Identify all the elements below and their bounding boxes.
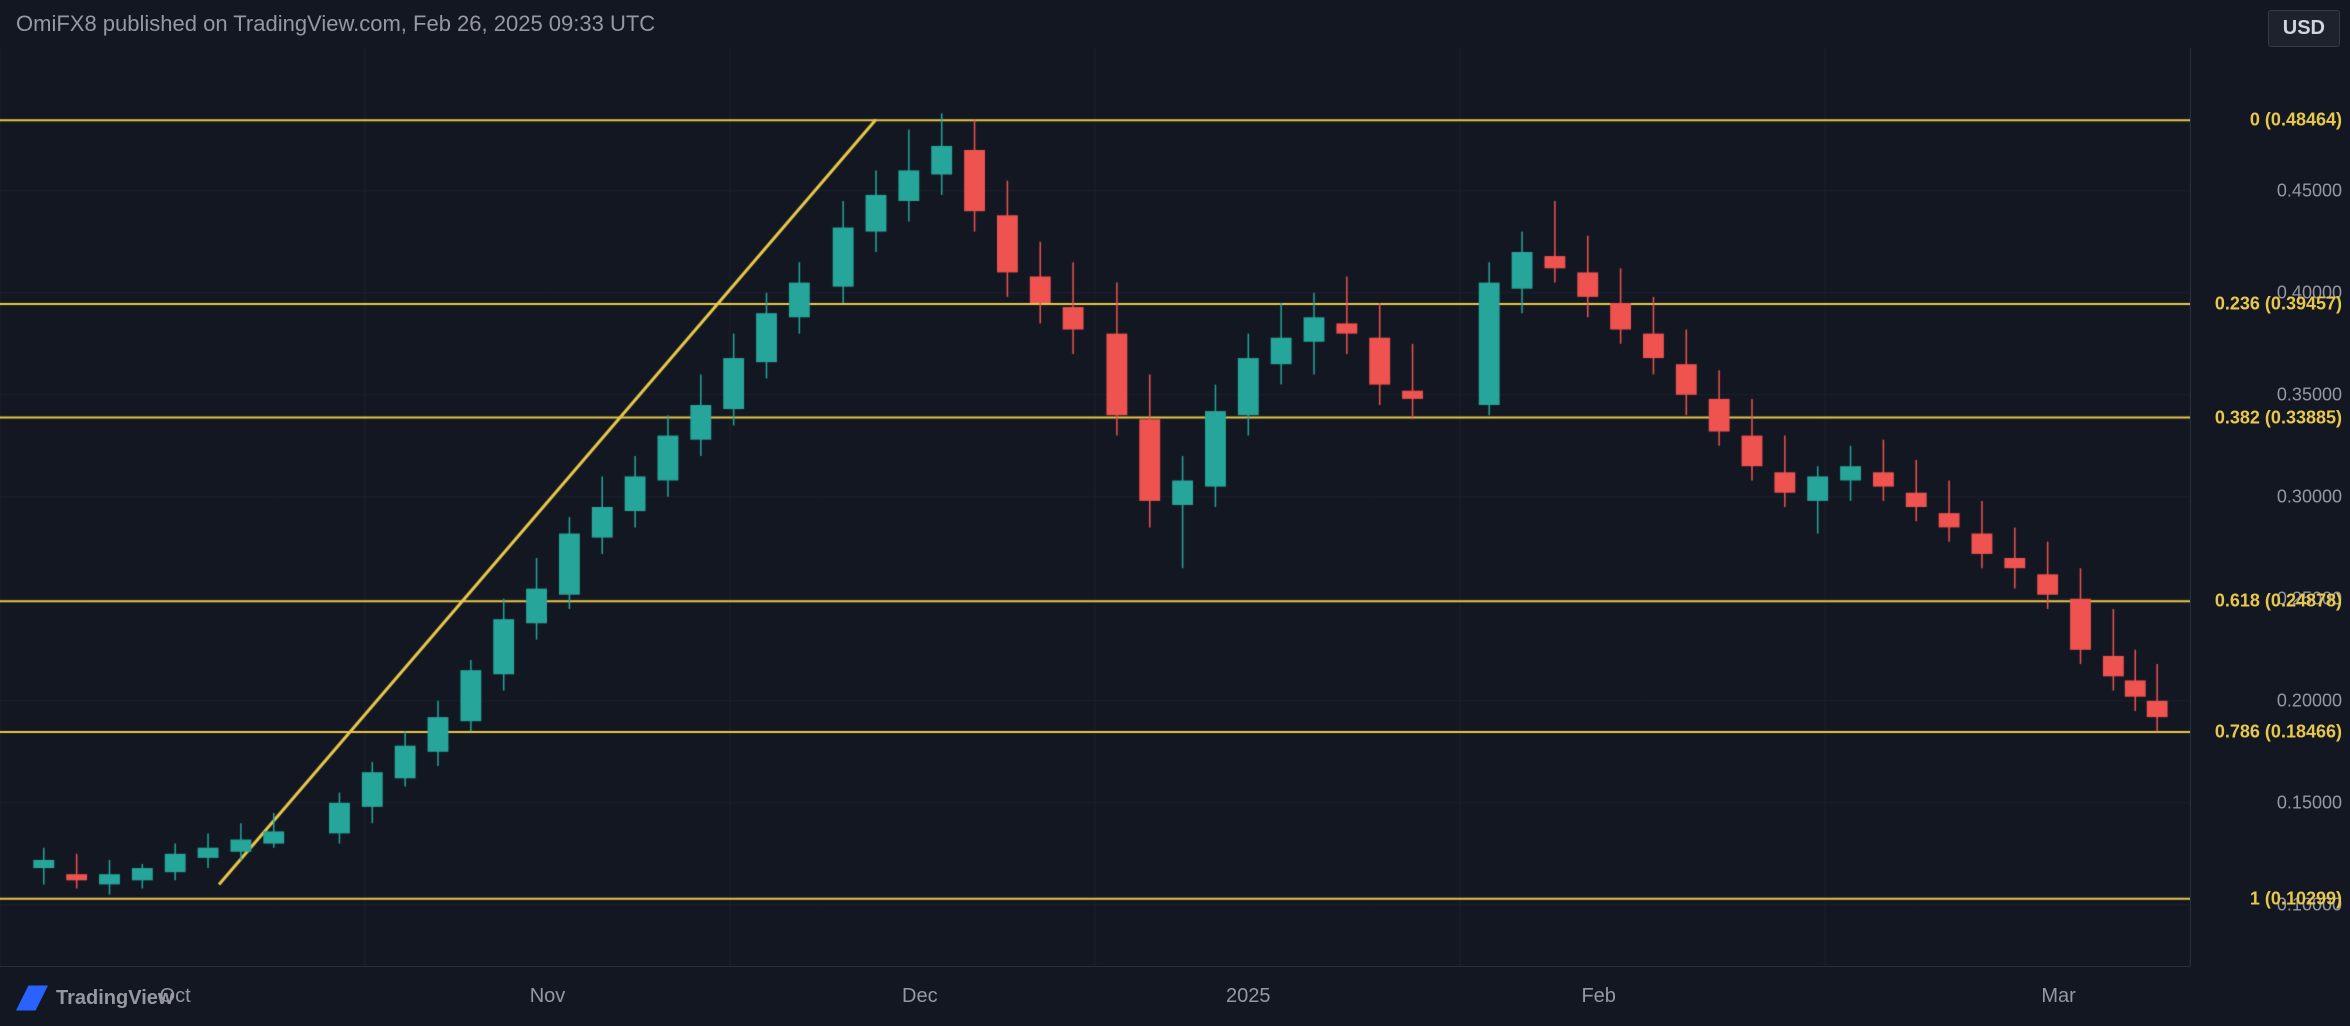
x-axis-label: 2025 (1226, 985, 1271, 1008)
fib-level-label: 0.618 (0.24878) (2215, 591, 2342, 612)
y-axis-label: 0.35000 (2277, 384, 2342, 405)
y-axis-label: 0.15000 (2277, 792, 2342, 813)
x-axis: OctNovDec2025FebMar (0, 966, 2190, 1026)
x-axis-label: Dec (902, 985, 938, 1008)
header-bar: OmiFX8 published on TradingView.com, Feb… (0, 0, 2350, 48)
fib-level-label: 1 (0.10299) (2250, 888, 2342, 909)
chart-container: OmiFX8 published on TradingView.com, Feb… (0, 0, 2350, 1026)
y-axis-label: 0.45000 (2277, 180, 2342, 201)
tradingview-logo: TradingView (16, 982, 173, 1014)
y-axis: 0.450000.400000.350000.300000.250000.200… (2190, 48, 2350, 966)
tradingview-logo-text: TradingView (56, 987, 173, 1010)
fib-level-label: 0.236 (0.39457) (2215, 293, 2342, 314)
header-text: OmiFX8 published on TradingView.com, Feb… (16, 11, 655, 37)
main-chart-canvas (0, 48, 2190, 966)
x-axis-label: Feb (1581, 985, 1615, 1008)
y-axis-label: 0.20000 (2277, 690, 2342, 711)
fib-level-label: 0 (0.48464) (2250, 110, 2342, 131)
chart-area (0, 48, 2190, 966)
y-axis-label: 0.30000 (2277, 486, 2342, 507)
tradingview-logo-icon (16, 982, 48, 1014)
fib-level-label: 0.382 (0.33885) (2215, 407, 2342, 428)
fib-level-label: 0.786 (0.18466) (2215, 722, 2342, 743)
x-axis-label: Nov (530, 985, 566, 1008)
x-axis-label: Mar (2041, 985, 2075, 1008)
